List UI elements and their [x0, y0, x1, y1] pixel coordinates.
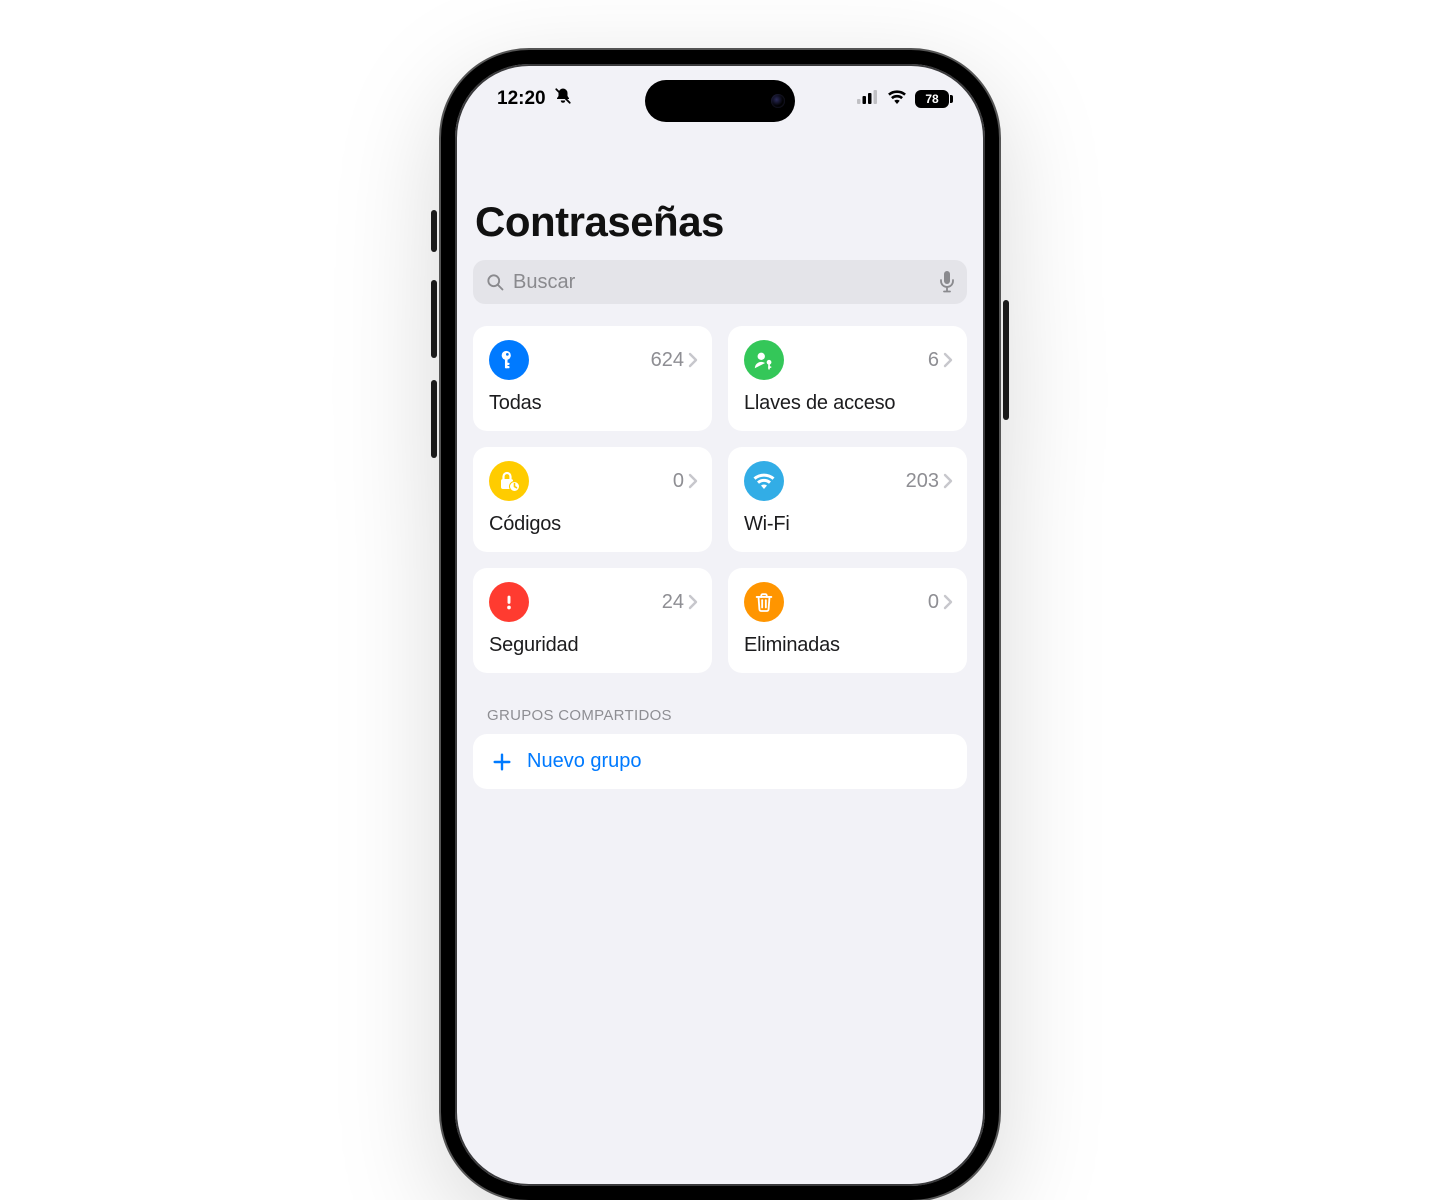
- tile-count: 0: [673, 470, 684, 493]
- tile-count: 24: [662, 591, 684, 614]
- page-title: Contraseñas: [473, 198, 967, 246]
- tile-passkeys[interactable]: 6 Llaves de acceso: [728, 326, 967, 431]
- cellular-icon: [857, 88, 879, 110]
- phone-frame: 12:20 78: [441, 50, 999, 1200]
- notifications-silenced-icon: [554, 87, 572, 111]
- tile-label: Códigos: [489, 513, 698, 536]
- battery-level: 78: [925, 92, 938, 106]
- tile-wifi[interactable]: 203 Wi-Fi: [728, 447, 967, 552]
- search-icon: [485, 272, 505, 292]
- chevron-right-icon: [688, 594, 698, 610]
- tile-count: 624: [651, 349, 684, 372]
- person-key-icon: [744, 340, 784, 380]
- chevron-right-icon: [688, 352, 698, 368]
- tile-all[interactable]: 624 Todas: [473, 326, 712, 431]
- alert-icon: [489, 582, 529, 622]
- key-icon: [489, 340, 529, 380]
- chevron-right-icon: [943, 473, 953, 489]
- shared-groups-header: Grupos compartidos: [473, 707, 967, 724]
- chevron-right-icon: [943, 352, 953, 368]
- tile-count: 203: [906, 470, 939, 493]
- new-group-label: Nuevo grupo: [527, 750, 642, 773]
- chevron-right-icon: [688, 473, 698, 489]
- search-input[interactable]: [505, 271, 939, 294]
- plus-icon: [491, 751, 513, 773]
- category-grid: 624 Todas 6: [473, 326, 967, 673]
- tile-codes[interactable]: 0 Códigos: [473, 447, 712, 552]
- tile-label: Llaves de acceso: [744, 392, 953, 415]
- chevron-right-icon: [943, 594, 953, 610]
- tile-deleted[interactable]: 0 Eliminadas: [728, 568, 967, 673]
- battery-indicator: 78: [915, 90, 949, 108]
- wifi-status-icon: [887, 88, 907, 110]
- tile-count: 6: [928, 349, 939, 372]
- new-group-button[interactable]: Nuevo grupo: [473, 734, 967, 789]
- tile-security[interactable]: 24 Seguridad: [473, 568, 712, 673]
- dynamic-island: [645, 80, 795, 122]
- front-camera: [771, 94, 785, 108]
- tile-label: Seguridad: [489, 634, 698, 657]
- tile-label: Wi-Fi: [744, 513, 953, 536]
- mic-icon[interactable]: [939, 271, 955, 293]
- trash-icon: [744, 582, 784, 622]
- tile-label: Todas: [489, 392, 698, 415]
- wifi-icon: [744, 461, 784, 501]
- status-time: 12:20: [497, 88, 546, 110]
- tile-count: 0: [928, 591, 939, 614]
- tile-label: Eliminadas: [744, 634, 953, 657]
- lock-clock-icon: [489, 461, 529, 501]
- search-field[interactable]: [473, 260, 967, 304]
